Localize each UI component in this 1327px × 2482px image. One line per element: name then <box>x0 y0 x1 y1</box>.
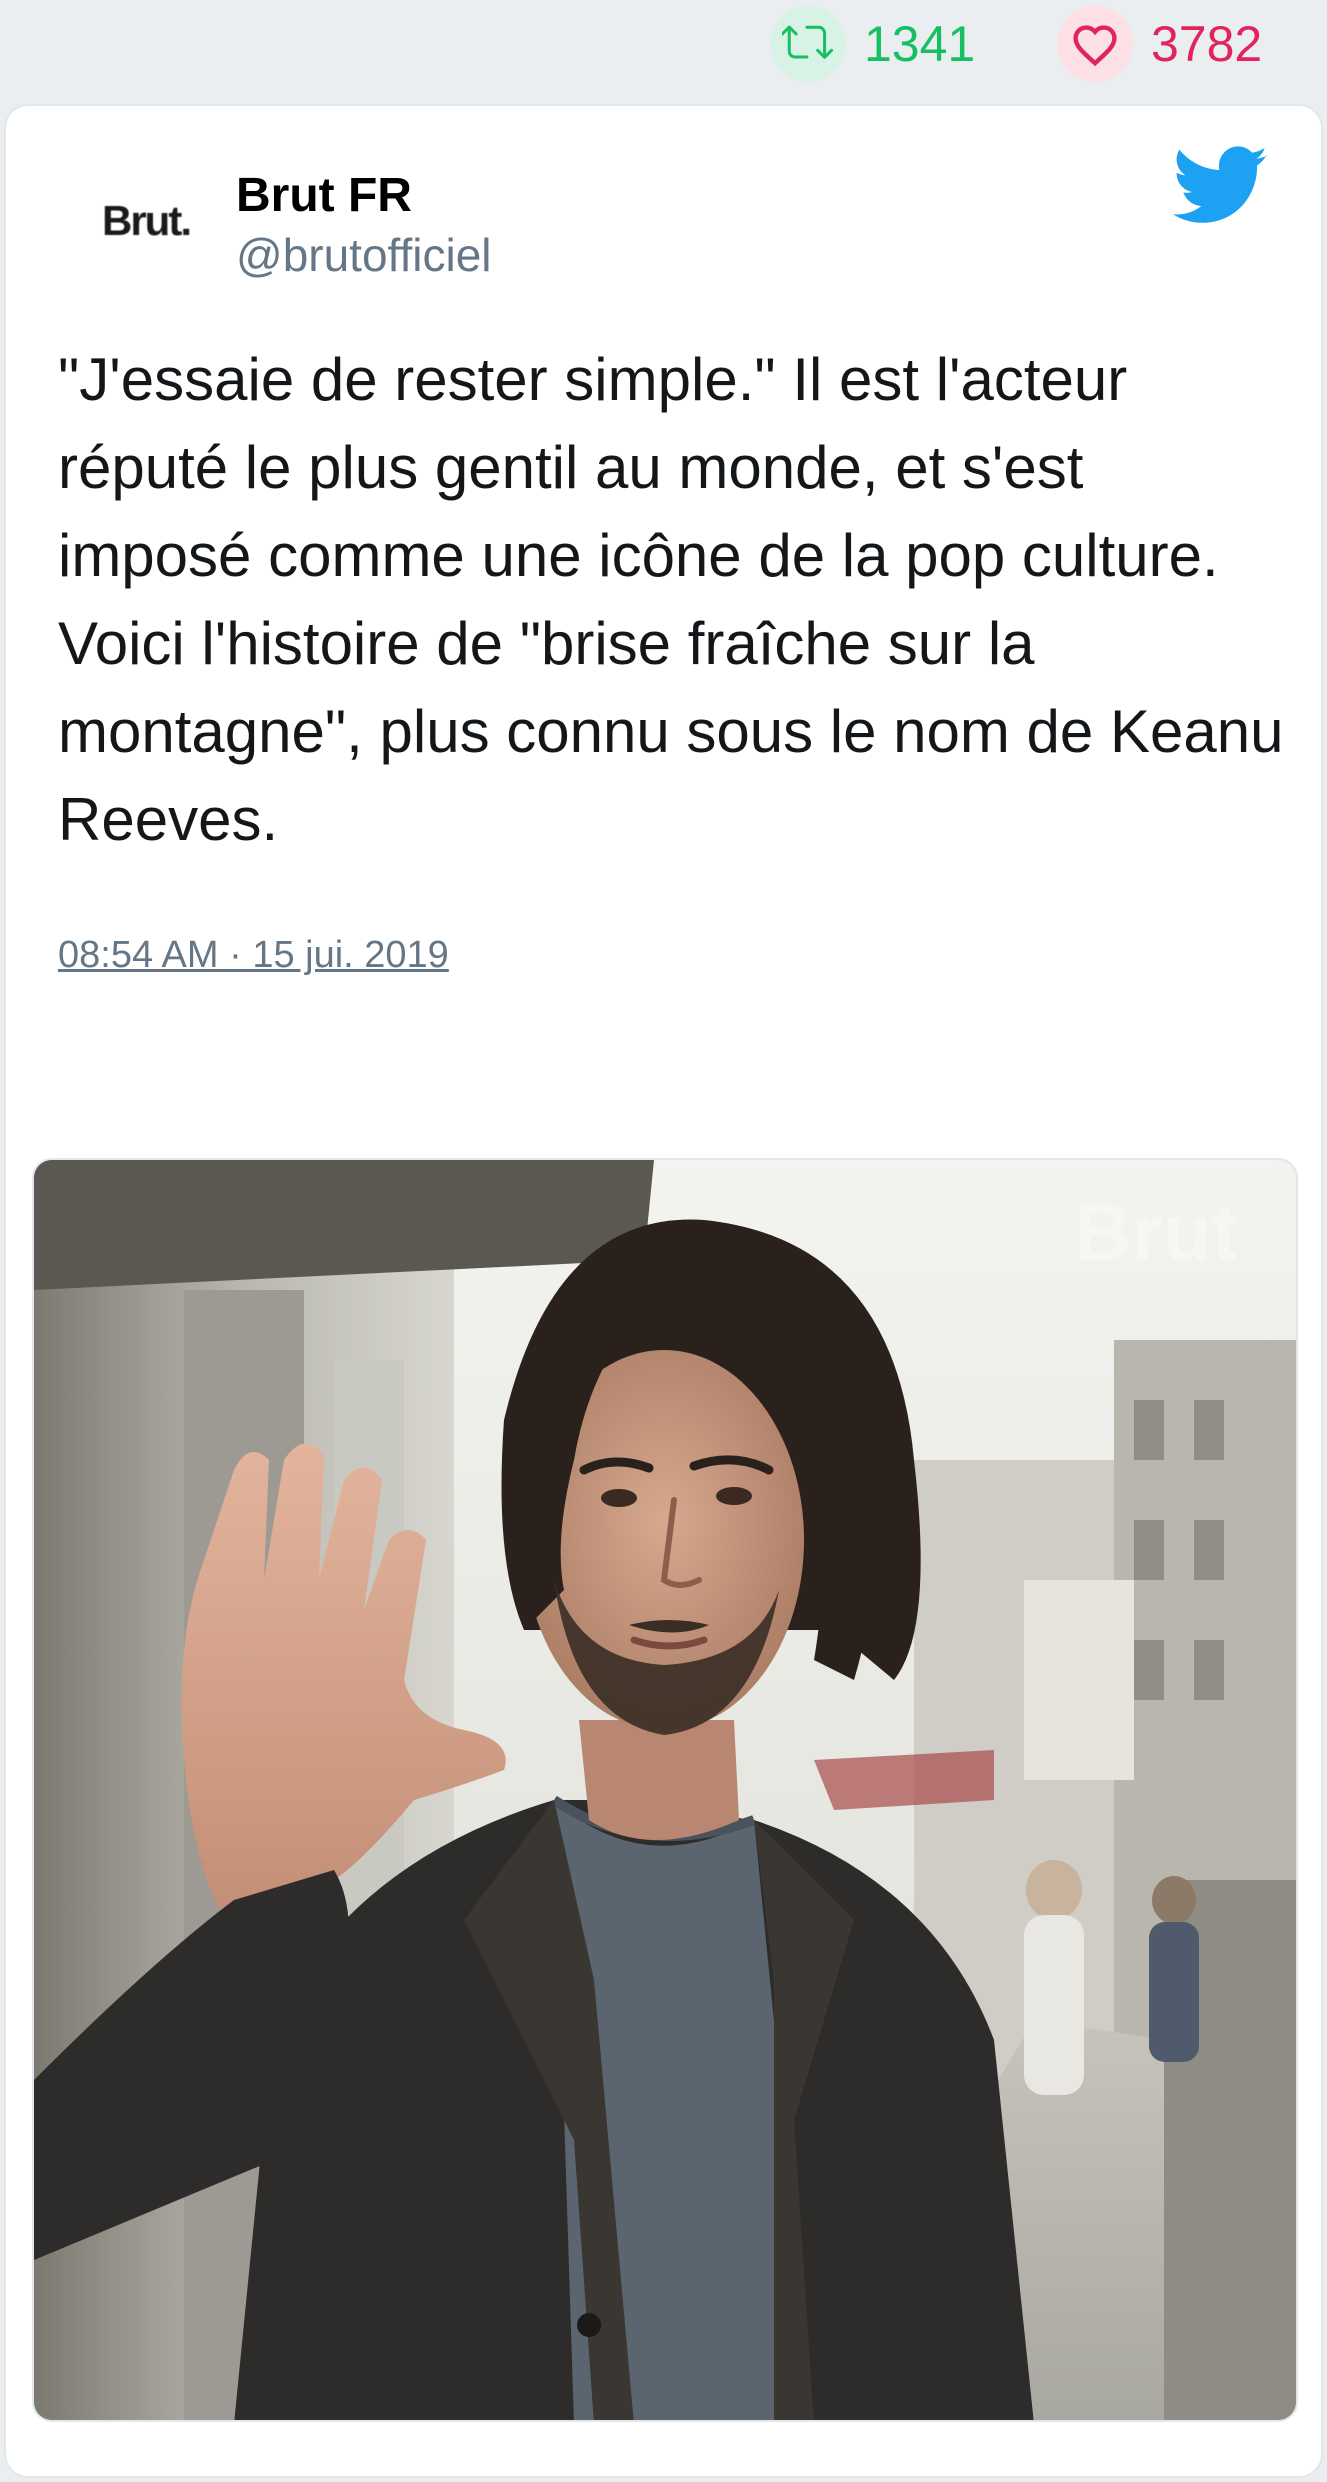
retweet-count: 1341 <box>864 16 976 72</box>
avatar-logo-text: Brut. <box>102 197 192 244</box>
tweet-media-photo[interactable]: Brut <box>32 1158 1298 2422</box>
heart-stat-icon <box>1057 6 1133 82</box>
tweet-text: "J'essaie de rester simple." Il est l'ac… <box>58 346 1284 853</box>
photo-illustration: Brut <box>34 1160 1296 2420</box>
retweet-count-stat[interactable]: 1341 <box>770 6 975 82</box>
tweet-timestamp-link[interactable]: 08:54 AM · 15 jui. 2019 <box>58 934 449 977</box>
twitter-bird-icon[interactable] <box>1172 146 1269 226</box>
author-handle[interactable]: @brutofficiel <box>236 228 492 282</box>
engagement-stats: 1341 3782 <box>0 0 1327 100</box>
retweet-stat-icon <box>770 6 846 82</box>
author-name[interactable]: Brut FR <box>236 168 412 223</box>
like-count-stat[interactable]: 3782 <box>1057 6 1262 82</box>
avatar[interactable]: Brut. <box>66 166 226 276</box>
like-count: 3782 <box>1151 16 1263 72</box>
tweet-card: Brut. Brut FR @brutofficiel "J'essaie de… <box>4 104 1323 2478</box>
photo-watermark: Brut <box>1074 1188 1238 1277</box>
